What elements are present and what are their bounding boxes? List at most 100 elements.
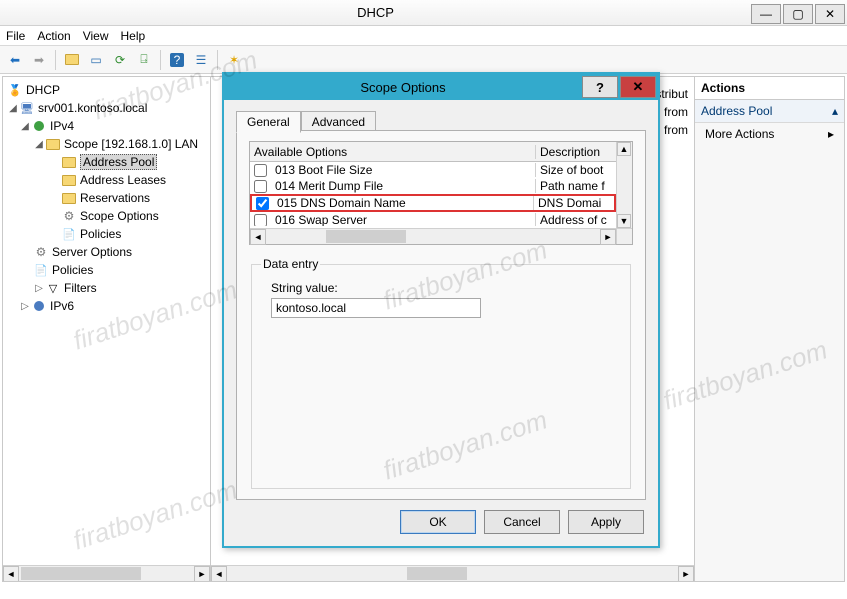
option-row-highlighted[interactable]: 015 DNS Domain NameDNS Domai [250,194,616,212]
actions-subheader[interactable]: Address Pool ▴ [695,100,844,123]
dialog-titlebar[interactable]: Scope Options ? ✕ [224,74,658,100]
tree-panel: 🏅DHCP ◢🖥srv001.kontoso.local ◢ IPv4 ◢ Scop… [3,77,211,581]
scroll-track[interactable] [266,229,600,244]
maximize-button[interactable]: ▢ [783,4,813,24]
scroll-corner [616,229,632,244]
options-vscroll[interactable]: ▲ ▼ [616,142,632,228]
tree-filters[interactable]: ▷▽Filters [5,279,208,297]
dialog-help-button[interactable]: ? [582,76,618,98]
string-value-input[interactable] [271,298,481,318]
scroll-track[interactable] [19,566,194,581]
option-row[interactable]: 014 Merit Dump FilePath name f [250,178,616,194]
scroll-right-icon[interactable]: ► [600,229,616,245]
col-available-options[interactable]: Available Options [250,145,536,159]
scroll-left-icon[interactable]: ◄ [250,229,266,245]
menu-file[interactable]: File [6,29,25,43]
gear-icon [33,244,49,260]
policies-icon: 📄 [33,262,49,278]
refresh-icon: ⟳ [115,53,125,67]
option-checkbox[interactable] [254,180,267,193]
tree-label: Scope Options [80,209,159,223]
refresh-button[interactable]: ⟳ [109,49,131,71]
collapse-icon[interactable]: ◢ [19,121,31,132]
tree-scope-options[interactable]: Scope Options [5,207,208,225]
menu-view[interactable]: View [83,29,109,43]
scroll-thumb[interactable] [21,567,141,580]
dialog-body: General Advanced Available Options Descr… [224,100,658,546]
option-checkbox[interactable] [254,164,267,177]
toolbar-separator [160,50,161,70]
gear-icon [61,208,77,224]
tree-address-leases[interactable]: Address Leases [5,171,208,189]
tree-label: Scope [192.168.1.0] LAN [64,137,198,151]
data-entry-group: Data entry String value: [251,257,631,489]
tree-ipv4[interactable]: ◢ IPv4 [5,117,208,135]
help-button[interactable]: ? [166,49,188,71]
scroll-down-icon[interactable]: ▼ [617,214,631,228]
window-title: DHCP [0,5,751,20]
tree-reservations[interactable]: Reservations [5,189,208,207]
properties-button[interactable]: ▭ [85,49,107,71]
new-scope-button[interactable]: ✶ [223,49,245,71]
scroll-track[interactable] [617,156,632,214]
options-hscroll[interactable]: ◄ ► [250,228,632,244]
collapse-icon[interactable]: ◢ [33,139,45,150]
data-entry-legend: Data entry [261,257,320,271]
apply-button[interactable]: Apply [568,510,644,534]
option-row[interactable]: 013 Boot File SizeSize of boot [250,162,616,178]
tab-page-general: Available Options Description 013 Boot F… [236,130,646,500]
back-button[interactable]: ⬅ [4,49,26,71]
toolbar-separator [55,50,56,70]
tree-ipv6[interactable]: ▷ IPv6 [5,297,208,315]
collapse-icon[interactable]: ◢ [7,103,19,114]
col-description[interactable]: Description [536,145,616,159]
help-icon: ? [170,53,184,67]
expand-icon[interactable]: ▷ [19,301,31,312]
forward-button[interactable]: ➡ [28,49,50,71]
actions-more[interactable]: More Actions ▸ [695,123,844,145]
results-hscroll[interactable]: ◄ ► [211,565,694,581]
tree-server-options[interactable]: Server Options [5,243,208,261]
tab-general[interactable]: General [236,111,301,133]
scroll-left-icon[interactable]: ◄ [3,566,19,582]
scroll-thumb[interactable] [326,230,406,243]
tree-label: IPv4 [50,119,74,133]
option-desc: DNS Domai [534,196,614,210]
title-bar: DHCP — ▢ ✕ [0,0,847,26]
dialog-close-button[interactable]: ✕ [620,76,656,98]
tree-root[interactable]: 🏅DHCP [5,81,208,99]
tree-server[interactable]: ◢🖥srv001.kontoso.local [5,99,208,117]
tree-address-pool[interactable]: Address Pool [5,153,208,171]
scroll-track[interactable] [227,566,678,581]
option-checkbox[interactable] [256,197,269,210]
open-button[interactable] [61,49,83,71]
option-checkbox[interactable] [254,214,267,227]
tree-policies-2[interactable]: 📄Policies [5,261,208,279]
minimize-button[interactable]: — [751,4,781,24]
scroll-thumb[interactable] [407,567,467,580]
tree-policies[interactable]: 📄Policies [5,225,208,243]
list-button[interactable]: ☰ [190,49,212,71]
window-controls: — ▢ ✕ [751,2,847,24]
close-button[interactable]: ✕ [815,4,845,24]
tree-hscroll[interactable]: ◄ ► [3,565,210,581]
scroll-right-icon[interactable]: ► [678,566,694,581]
option-row[interactable]: 016 Swap ServerAddress of c [250,212,616,226]
scroll-up-icon[interactable]: ▲ [617,142,631,156]
scroll-left-icon[interactable]: ◄ [211,566,227,581]
tree-scope[interactable]: ◢ Scope [192.168.1.0] LAN [5,135,208,153]
cancel-button[interactable]: Cancel [484,510,560,534]
server-icon: 🖥 [19,100,35,116]
scroll-right-icon[interactable]: ► [194,566,210,582]
dialog-title: Scope Options [224,80,582,95]
menu-action[interactable]: Action [37,29,70,43]
tree-label: IPv6 [50,299,74,313]
export-button[interactable]: ⍈ [133,49,155,71]
collapse-icon[interactable]: ▴ [832,104,838,118]
list-icon: ☰ [196,53,207,67]
policies-icon: 📄 [61,226,77,242]
expand-icon[interactable]: ▷ [33,283,45,294]
menu-help[interactable]: Help [121,29,146,43]
ok-button[interactable]: OK [400,510,476,534]
tree-label: Policies [52,263,93,277]
